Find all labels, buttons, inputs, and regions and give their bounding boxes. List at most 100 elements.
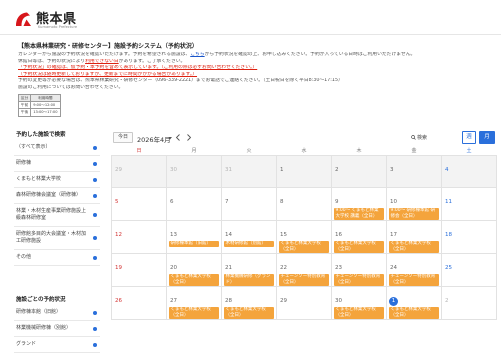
calendar-event[interactable]: チェーンソー特別教育（全日）	[389, 273, 439, 285]
day-cell[interactable]: 20 くまもと林業大学校（全日）	[166, 252, 222, 287]
today-button[interactable]: 今日	[113, 132, 134, 143]
calendar-event[interactable]: 研修棟本館（旧館）	[169, 240, 219, 248]
intro-text: から予約状況を確認の上、お申し込みください。予約が入っている日時はご利用いただけ…	[204, 52, 416, 57]
search-icon	[411, 134, 416, 140]
week-view-button[interactable]: 週	[462, 131, 476, 144]
reservation-link[interactable]: こちら	[190, 52, 204, 57]
facility-status-item[interactable]: グランド	[14, 337, 100, 353]
month-title[interactable]: 2026年4月	[137, 134, 171, 144]
calendar-event[interactable]: 9:00～ 研修棟本館 研修会（全日）	[389, 207, 439, 219]
calendar-event[interactable]: くまもと林業大学校（全日）	[389, 240, 439, 252]
day-cell[interactable]: 5	[111, 186, 167, 221]
facility-color-dot	[93, 193, 97, 198]
facility-filter-item[interactable]: 研修館多目的大会議室・木材加工研修施設	[14, 227, 100, 250]
calendar-event[interactable]: 9:00～ くまもと林業大学校 講義（全日）	[334, 207, 384, 219]
facility-color-dot	[93, 213, 97, 217]
day-cell[interactable]: 1 くまもと林業大学校（全日）	[386, 285, 442, 320]
calendar-event[interactable]: チェーンソー特別教育（全日）	[279, 273, 329, 285]
day-cell[interactable]: 4	[441, 154, 497, 188]
intro-text: 休館日等は、予約の状況により	[18, 58, 86, 64]
date-number: 25	[445, 264, 452, 271]
calendar-event[interactable]: くまもと林業大学校（全日）	[279, 240, 329, 252]
intro-line: 予約の変更等が必要な場合は、熊本県林業研究・研修センター（096-339-222…	[18, 78, 490, 85]
date-number: 23	[335, 264, 342, 271]
day-cell[interactable]: 6	[166, 186, 222, 221]
day-cell[interactable]: 8	[276, 186, 332, 221]
facility-filter-item[interactable]: 林業・木材生産事業研修施設上級森林研修室	[14, 204, 100, 227]
prefecture-logo-icon[interactable]	[14, 11, 32, 27]
usage-table-cell: 午後	[17, 108, 32, 117]
calendar-event[interactable]: くまもと林業大学校（全日）	[169, 306, 219, 318]
month-view-button[interactable]: 月	[479, 131, 495, 144]
facility-filter-item[interactable]: 森林研修棟会議室（研修棟）	[14, 188, 100, 204]
calendar-grid: 日月火水木金土 29 30 31 1 2 3 4 5 6 7 8 9 9:00～ くまもと林業大学校 講…	[111, 146, 497, 320]
day-cell[interactable]: 9 9:00～ くまもと林業大学校 講義（全日）	[331, 186, 387, 221]
day-cell[interactable]: 19	[111, 252, 167, 287]
day-cell[interactable]: 27 くまもと林業大学校（全日）	[166, 285, 222, 320]
search-button[interactable]: 検索	[411, 134, 427, 141]
calendar-event[interactable]: くまもと林業大学校（全日）	[334, 240, 384, 252]
weekday-header: 木	[331, 146, 387, 156]
calendar-event[interactable]: 林業機械研修（グランド）	[224, 273, 274, 285]
day-cell[interactable]: 15 くまもと林業大学校（全日）	[276, 219, 332, 254]
day-cell[interactable]: 31	[221, 154, 277, 188]
day-cell[interactable]: 29	[111, 154, 167, 188]
facility-filter-item[interactable]: 研修棟	[14, 156, 100, 172]
day-cell[interactable]: 23 チェーンソー特別教育（全日）	[331, 252, 387, 287]
day-cell[interactable]: 3	[386, 154, 442, 188]
date-number: 13	[170, 231, 177, 238]
facility-color-dot	[93, 310, 97, 315]
site-subtitle: Kumamoto Prefecture	[38, 25, 78, 29]
day-cell[interactable]: 1	[276, 154, 332, 188]
calendar-event[interactable]: くまもと林業大学校（全日）	[224, 306, 274, 318]
calendar-event[interactable]: くまもと林業大学校（全日）	[169, 273, 219, 285]
day-cell[interactable]: 2	[441, 285, 497, 320]
day-cell[interactable]: 17 くまもと林業大学校（全日）	[386, 219, 442, 254]
facility-status-item[interactable]: 研修棟本館（旧館）	[14, 305, 100, 321]
day-cell[interactable]: 18	[441, 219, 497, 254]
day-cell[interactable]: 7	[221, 186, 277, 221]
usage-table-row: 午前 9:00～12:00	[17, 101, 61, 110]
day-cell[interactable]: 16 くまもと林業大学校（全日）	[331, 219, 387, 254]
day-cell[interactable]: 21 林業機械研修（グランド）	[221, 252, 277, 287]
calendar-toolbar: 今日 2026年4月 検索 週 月	[111, 129, 497, 146]
intro-line: 「予約状況」の確認は、仮予約・本予約を含めて表示しています。（ご利用の際は必ずお…	[18, 65, 490, 72]
day-cell[interactable]: 2	[331, 154, 387, 188]
calendar-event[interactable]: くまもと林業大学校（全日）	[334, 306, 384, 318]
chevron-right-icon[interactable]	[186, 134, 192, 141]
day-cell[interactable]: 24 チェーンソー特別教育（全日）	[386, 252, 442, 287]
facility-status-item[interactable]: 林業機械研修棟（別館）	[14, 321, 100, 337]
intro-text: 「予約状況」の確認は、仮予約・本予約を含めて表示しています。（ご利用の際は必ずお…	[18, 65, 258, 71]
facility-filter-item[interactable]: （すべて表示）	[14, 140, 100, 156]
calendar-week-row: 19 20 くまもと林業大学校（全日） 21 林業機械研修（グランド） 22 チェーンソー特…	[111, 252, 497, 287]
day-cell[interactable]: 30 くまもと林業大学校（全日）	[331, 285, 387, 320]
usage-time-table: 区分 利用時間 午前 9:00～12:00 午後 13:00～17:00	[17, 93, 61, 117]
day-cell[interactable]: 29	[276, 285, 332, 320]
day-cell[interactable]: 14 木材研修館（別館）	[221, 219, 277, 254]
date-number: 5	[115, 198, 119, 205]
facility-filter-item[interactable]: その他	[14, 250, 100, 266]
day-cell[interactable]: 13 研修棟本館（旧館）	[166, 219, 222, 254]
facility-filter-list: （すべて表示） 研修棟 くまもと林業大学校森林研修棟会議室（研修棟） 林業・木材生産事…	[14, 140, 100, 266]
facility-filter-item-label: 森林研修棟会議室（研修棟）	[16, 192, 82, 198]
facility-filter-item[interactable]: くまもと林業大学校	[14, 172, 100, 188]
intro-line: （予約状況は随時更新しておりますが、更新までに時間がかかる場合があります。）	[18, 72, 490, 79]
calendar-event[interactable]: 木材研修館（別館）	[224, 240, 274, 248]
calendar-event[interactable]: チェーンソー特別教育（全日）	[334, 273, 384, 285]
day-cell[interactable]: 26	[111, 285, 167, 320]
day-cell[interactable]: 25	[441, 252, 497, 287]
day-cell[interactable]: 12	[111, 219, 167, 254]
chevron-down-icon[interactable]	[168, 136, 172, 140]
day-cell[interactable]: 28 くまもと林業大学校（全日）	[221, 285, 277, 320]
day-cell[interactable]: 22 チェーンソー特別教育（全日）	[276, 252, 332, 287]
calendar-event[interactable]: くまもと林業大学校（全日）	[389, 306, 439, 318]
day-cell[interactable]: 10 9:00～ 研修棟本館 研修会（全日）	[386, 186, 442, 221]
chevron-left-icon[interactable]	[175, 134, 181, 141]
facility-filter-item-label: （すべて表示）	[16, 144, 51, 150]
intro-text: （予約状況は随時更新しておりますが、更新までに時間がかかる場合があります。）	[18, 71, 198, 77]
intro-text: があります。ご了承ください。	[118, 58, 186, 64]
day-cell[interactable]: 11	[441, 186, 497, 221]
day-cell[interactable]: 30	[166, 154, 222, 188]
facility-status-item-label: グランド	[16, 341, 37, 347]
date-number: 11	[445, 198, 452, 205]
